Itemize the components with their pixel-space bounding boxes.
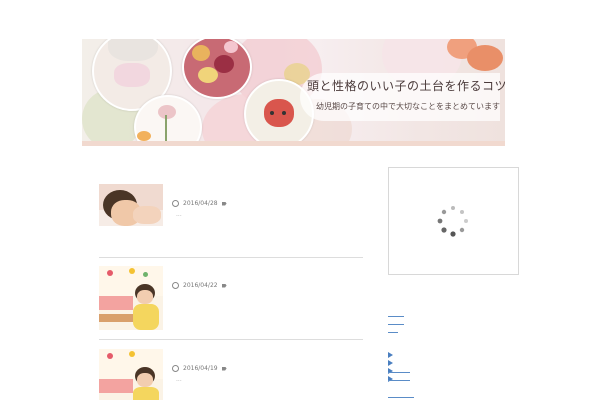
sidebar-link[interactable] <box>388 332 398 333</box>
post-item[interactable]: 2016/04/28 ... <box>99 184 363 250</box>
flower-decoration <box>137 131 151 141</box>
tag-icon[interactable] <box>221 366 227 371</box>
arrow-right-icon[interactable] <box>388 352 393 358</box>
banner-strip <box>82 141 505 146</box>
post-date: 2016/04/28 <box>183 200 218 207</box>
clock-icon <box>172 200 179 207</box>
sidebar-ad-widget[interactable] <box>388 167 519 275</box>
post-meta: 2016/04/19 <box>172 365 227 372</box>
sidebar-link[interactable] <box>388 372 410 373</box>
header-banner[interactable]: 頭と性格のいい子の土台を作るコツ 幼児期の子育ての中で大切なことをまとめています <box>82 39 505 146</box>
post-divider <box>99 257 363 258</box>
post-thumbnail-girl-classroom[interactable] <box>99 349 163 400</box>
post-thumbnail-sleeping-child[interactable] <box>99 184 163 248</box>
tag-icon[interactable] <box>221 201 227 206</box>
clock-icon <box>172 282 179 289</box>
sidebar-link[interactable] <box>388 324 404 325</box>
site-subtitle: 幼児期の子育ての中で大切なことをまとめています <box>316 102 500 111</box>
post-item[interactable]: 2016/04/22 <box>99 266 363 332</box>
arrow-right-icon[interactable] <box>388 368 393 374</box>
post-meta: 2016/04/22 <box>172 282 227 289</box>
post-item[interactable]: 2016/04/19 ... <box>99 349 363 415</box>
sidebar-link[interactable] <box>388 380 410 381</box>
sidebar-link[interactable] <box>388 316 404 317</box>
post-excerpt: ... <box>176 211 182 218</box>
clock-icon <box>172 365 179 372</box>
post-date: 2016/04/19 <box>183 365 218 372</box>
site-title[interactable]: 頭と性格のいい子の土台を作るコツ <box>307 77 505 94</box>
post-date: 2016/04/22 <box>183 282 218 289</box>
sidebar-link[interactable] <box>388 397 414 398</box>
post-meta: 2016/04/28 <box>172 200 227 207</box>
arrow-right-icon[interactable] <box>388 360 393 366</box>
loading-spinner-icon <box>437 206 468 237</box>
orange-flower-decoration <box>467 45 503 71</box>
post-thumbnail-girl-classroom[interactable] <box>99 266 163 330</box>
tag-icon[interactable] <box>221 283 227 288</box>
post-divider <box>99 339 363 340</box>
arrow-right-icon[interactable] <box>388 376 393 382</box>
post-excerpt: ... <box>176 376 182 383</box>
